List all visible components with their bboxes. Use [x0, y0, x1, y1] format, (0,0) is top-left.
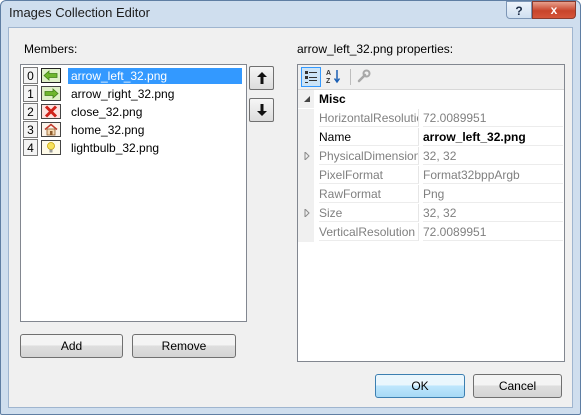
arrow-down-icon: [257, 104, 267, 116]
list-item[interactable]: 4 lightbulb_32.png: [23, 139, 243, 157]
property-name: Name: [319, 128, 419, 146]
lightbulb-icon: [41, 140, 61, 155]
arrow-right-icon: [41, 86, 61, 101]
svg-text:Z: Z: [326, 78, 331, 85]
grid-gutter: [298, 109, 314, 128]
close-icon: x: [550, 3, 558, 17]
grid-gutter: [298, 128, 314, 147]
item-index: 2: [23, 103, 38, 120]
category-label: Misc: [319, 92, 346, 106]
collapse-icon[interactable]: [303, 95, 311, 103]
property-grid-body: Misc HorizontalResolution 72.0089951 Nam…: [298, 90, 564, 361]
categorized-icon: [305, 71, 317, 83]
arrow-up-icon: [257, 72, 267, 84]
grid-gutter: [298, 166, 314, 185]
ok-button[interactable]: OK: [375, 374, 465, 398]
property-name: PixelFormat: [319, 166, 419, 184]
item-name: lightbulb_32.png: [71, 141, 160, 155]
item-name: close_32.png: [71, 105, 143, 119]
move-up-button[interactable]: [249, 66, 274, 90]
property-name: HorizontalResolution: [319, 109, 419, 127]
property-row[interactable]: VerticalResolution 72.0089951: [298, 223, 564, 242]
help-icon: ?: [515, 4, 523, 18]
categorized-button[interactable]: [301, 67, 321, 87]
members-list[interactable]: 0 arrow_left_32.png 1 arrow_right_32.png…: [20, 64, 247, 322]
property-row[interactable]: Name arrow_left_32.png: [298, 128, 564, 147]
sort-alphabetical-icon: AZ: [326, 70, 341, 85]
wrench-icon: [357, 69, 371, 83]
title-bar[interactable]: Images Collection Editor ? x: [1, 1, 580, 27]
property-value: Png: [423, 185, 563, 203]
alphabetical-button[interactable]: AZ: [324, 67, 344, 87]
property-name: VerticalResolution: [319, 223, 419, 241]
property-name: PhysicalDimension: [319, 147, 419, 165]
svg-text:A: A: [326, 70, 331, 77]
members-label: Members:: [24, 42, 78, 56]
help-button[interactable]: ?: [506, 1, 532, 19]
property-value: 32, 32: [423, 204, 563, 222]
grid-gutter: [298, 223, 314, 242]
property-value: 32, 32: [423, 147, 563, 165]
item-name: arrow_right_32.png: [71, 87, 175, 101]
property-name: Size: [319, 204, 419, 222]
arrow-left-icon: [41, 68, 61, 83]
item-name: arrow_left_32.png: [68, 68, 242, 84]
list-item[interactable]: 3 home_32.png: [23, 121, 243, 139]
close-x-icon: [41, 104, 61, 119]
cancel-button[interactable]: Cancel: [473, 374, 562, 398]
close-button[interactable]: x: [532, 1, 576, 19]
expand-icon[interactable]: [303, 152, 311, 160]
item-index: 0: [23, 67, 38, 84]
remove-button[interactable]: Remove: [132, 334, 236, 358]
window-title: Images Collection Editor: [9, 5, 150, 20]
grid-gutter: [298, 185, 314, 204]
item-index: 3: [23, 121, 38, 138]
property-value: 72.0089951: [423, 223, 563, 241]
item-index: 4: [23, 139, 38, 156]
property-row[interactable]: RawFormat Png: [298, 185, 564, 204]
property-name: RawFormat: [319, 185, 419, 203]
add-button[interactable]: Add: [20, 334, 123, 358]
property-row[interactable]: PixelFormat Format32bppArgb: [298, 166, 564, 185]
item-index: 1: [23, 85, 38, 102]
toolbar-separator: [350, 69, 351, 85]
properties-label: arrow_left_32.png properties:: [297, 42, 454, 56]
property-row[interactable]: Size 32, 32: [298, 204, 564, 223]
property-value: Format32bppArgb: [423, 166, 563, 184]
category-row-misc[interactable]: Misc: [298, 90, 564, 108]
dialog-window: Images Collection Editor ? x Members: 0 …: [0, 0, 581, 415]
home-icon: [41, 122, 61, 137]
dialog-client-area: Members: 0 arrow_left_32.png 1 arrow_rig…: [8, 27, 573, 408]
list-item[interactable]: 2 close_32.png: [23, 103, 243, 121]
property-pages-button[interactable]: [355, 67, 375, 87]
list-item[interactable]: 1 arrow_right_32.png: [23, 85, 243, 103]
expand-icon[interactable]: [303, 209, 311, 217]
property-value: 72.0089951: [423, 109, 563, 127]
property-grid-toolbar: AZ: [298, 65, 564, 90]
property-grid[interactable]: AZ Misc HorizontalResolution 72.0089951: [297, 64, 565, 362]
move-down-button[interactable]: [249, 98, 274, 122]
list-item[interactable]: 0 arrow_left_32.png: [23, 67, 243, 85]
property-value[interactable]: arrow_left_32.png: [423, 128, 563, 146]
property-row[interactable]: PhysicalDimension 32, 32: [298, 147, 564, 166]
item-name: home_32.png: [71, 123, 145, 137]
property-row[interactable]: HorizontalResolution 72.0089951: [298, 109, 564, 128]
